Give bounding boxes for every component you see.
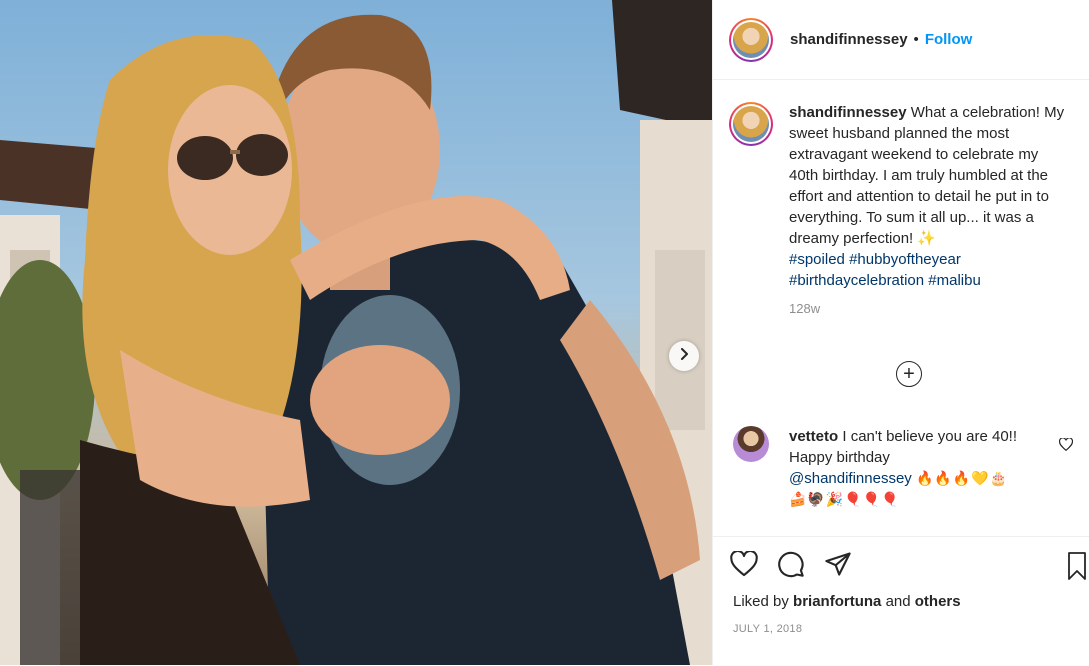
caption-block: shandifinnessey What a celebration! My s… [729, 102, 1079, 316]
caption-text: shandifinnessey What a celebration! My s… [789, 102, 1071, 291]
load-more-comments-button[interactable]: + [896, 361, 922, 387]
sunglasses-right [236, 134, 288, 176]
bookmark-icon [1067, 552, 1087, 585]
like-button[interactable] [729, 549, 759, 582]
commenter-username[interactable]: vetteto [789, 428, 838, 445]
hands [310, 345, 450, 455]
comment-mention[interactable]: @shandifinnessey [789, 470, 912, 487]
paper-plane-icon [824, 551, 852, 582]
liked-by-user[interactable]: brianfortuna [793, 593, 881, 610]
post-details-panel: shandifinnessey • Follow shandifinnessey… [712, 0, 1089, 665]
hashtag-hubbyoftheyear[interactable]: #hubbyoftheyear [849, 251, 961, 268]
author-avatar[interactable] [729, 17, 773, 62]
hashtag-birthdaycelebration[interactable]: #birthdaycelebration [789, 272, 924, 289]
comment-item: vetteto I can't believe you are 40!! Hap… [729, 426, 1079, 510]
liked-by-others[interactable]: others [915, 593, 961, 610]
share-button[interactable] [823, 551, 853, 581]
caption-avatar[interactable] [729, 102, 773, 146]
post-date[interactable]: JULY 1, 2018 [733, 623, 802, 635]
likes-summary: Liked by brianfortuna and others [733, 593, 961, 610]
chair [20, 470, 90, 665]
heart-icon [730, 549, 758, 582]
roof-right [612, 0, 712, 130]
follow-button[interactable]: Follow [925, 31, 973, 48]
hashtag-spoiled[interactable]: #spoiled [789, 251, 845, 268]
comment-like-button[interactable] [1058, 437, 1074, 456]
sparkles-emoji: ✨ [917, 230, 937, 247]
comment-button[interactable] [776, 551, 806, 581]
next-photo-button[interactable] [669, 341, 699, 371]
comment-icon [777, 550, 805, 583]
header-separator: • [913, 31, 919, 48]
comment-text: vetteto I can't believe you are 40!! Hap… [789, 426, 1044, 510]
caption-body: What a celebration! My sweet husband pla… [789, 104, 1065, 247]
likes-joiner: and [885, 593, 911, 610]
action-bar [729, 549, 853, 582]
caption-age[interactable]: 128w [789, 301, 1079, 316]
comment-emojis-2: 🍰🦃🎉🎈🎈🎈 [789, 491, 900, 507]
comment-emojis-1: 🔥🔥🔥💛🎂 [915, 470, 1009, 486]
heart-small-icon [1058, 437, 1074, 455]
post-actions-section: Liked by brianfortuna and others JULY 1,… [713, 536, 1089, 666]
plus-circle-icon: + [903, 362, 915, 385]
chevron-right-icon [678, 347, 690, 365]
caption-username[interactable]: shandifinnessey [789, 104, 907, 121]
post-header: shandifinnessey • Follow [713, 0, 1089, 80]
post-photo[interactable] [0, 0, 712, 665]
author-username[interactable]: shandifinnessey [790, 31, 908, 48]
instagram-post-modal: shandifinnessey • Follow shandifinnessey… [0, 0, 1089, 665]
commenter-avatar[interactable] [733, 426, 769, 462]
sunglasses-left [177, 136, 233, 180]
save-button[interactable] [1067, 551, 1087, 586]
photo-scene [0, 0, 712, 665]
likes-prefix: Liked by [733, 593, 789, 610]
hashtag-malibu[interactable]: #malibu [928, 272, 981, 289]
